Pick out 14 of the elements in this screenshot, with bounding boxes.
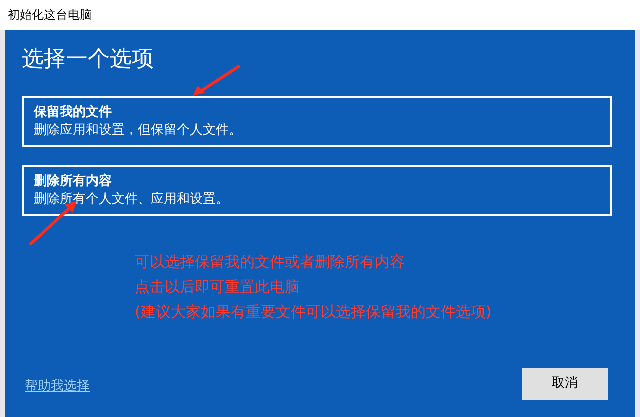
option-title: 保留我的文件 — [34, 104, 113, 122]
dialog-heading: 选择一个选项 — [22, 46, 155, 74]
annotation-text: 可以选择保留我的文件或者删除所有内容 — [135, 252, 406, 273]
annotation-text: (建议大家如果有重要文件可以选择保留我的文件选项) — [135, 302, 493, 323]
annotation-arrow — [192, 64, 242, 97]
option-description: 删除应用和设置，但保留个人文件。 — [34, 122, 243, 140]
option-card[interactable]: 删除所有内容 删除所有个人文件、应用和设置。 — [22, 165, 612, 216]
option-card[interactable]: 保留我的文件 删除应用和设置，但保留个人文件。 — [22, 96, 612, 147]
cancel-button[interactable]: 取消 — [522, 368, 608, 400]
option-title: 删除所有内容 — [34, 172, 113, 190]
option-description: 删除所有个人文件、应用和设置。 — [34, 190, 230, 208]
help-link[interactable]: 帮助我选择 — [25, 376, 90, 396]
window-title: 初始化这台电脑 — [8, 7, 92, 24]
annotation-text: 点击以后即可重置此电脑 — [135, 277, 301, 298]
